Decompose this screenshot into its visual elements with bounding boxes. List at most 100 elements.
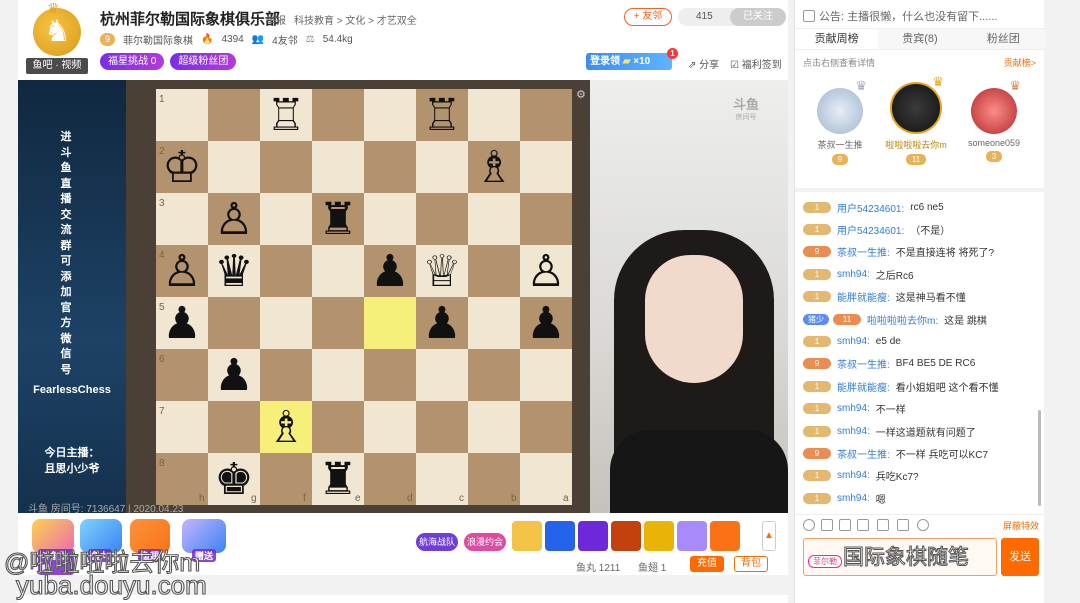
board-square[interactable] (364, 349, 416, 401)
login-reward-button[interactable]: 登录领 ▰ ×10 1 (586, 48, 678, 70)
board-square[interactable] (416, 401, 468, 453)
avatar-tag[interactable]: 鱼吧 · 视频 (26, 58, 88, 74)
gift-item[interactable] (611, 521, 641, 551)
contribution-list-link[interactable]: 贡献榜> (1004, 56, 1036, 69)
lucky-challenge-pill[interactable]: 福星挑战 0 (100, 53, 165, 70)
chess-piece[interactable]: ♗ (266, 402, 305, 453)
board-square[interactable] (468, 349, 520, 401)
chat-scrollbar[interactable] (1038, 410, 1041, 506)
crown-icon[interactable] (857, 519, 869, 531)
send-button[interactable]: 发送 (1001, 538, 1039, 576)
chess-piece[interactable]: ♙ (526, 246, 565, 297)
board-square[interactable] (468, 401, 520, 453)
chess-piece[interactable]: ♟ (422, 298, 461, 349)
board-square[interactable] (468, 193, 520, 245)
gift-item[interactable] (677, 521, 707, 551)
chat-username[interactable]: 茶叔一生推: (837, 446, 890, 461)
category-breadcrumb[interactable]: 科技教育 > 文化 > 才艺双全 (294, 12, 417, 27)
gift-item[interactable] (578, 521, 608, 551)
chat-username[interactable]: smh94: (837, 403, 870, 414)
image-icon[interactable] (897, 519, 909, 531)
chess-piece[interactable]: ♕ (422, 246, 461, 297)
chess-piece[interactable]: ♟ (370, 246, 409, 297)
board-square[interactable] (416, 349, 468, 401)
board-square[interactable] (208, 401, 260, 453)
board-square[interactable] (312, 89, 364, 141)
board-square[interactable] (208, 89, 260, 141)
board-square[interactable] (260, 245, 312, 297)
share-button[interactable]: ⇗ 分享 (688, 56, 719, 71)
followed-button[interactable]: 已关注 (730, 8, 786, 26)
tab-weekly-contribution[interactable]: 贡献周榜 (795, 29, 879, 49)
speaker-icon[interactable] (839, 519, 851, 531)
settings-icon[interactable]: ⚙ (576, 88, 586, 101)
chess-piece[interactable]: ♖ (266, 90, 305, 141)
board-square[interactable] (312, 401, 364, 453)
chat-username[interactable]: smh94: (837, 493, 870, 504)
chess-piece[interactable]: ♛ (214, 246, 253, 297)
chess-piece[interactable]: ♟ (214, 350, 253, 401)
top-user-1[interactable]: ♛ 啦啦啦啦去你m 11 (877, 74, 955, 165)
board-square[interactable] (468, 297, 520, 349)
board-square[interactable] (208, 297, 260, 349)
chess-piece[interactable]: ♜ (318, 454, 357, 505)
chat-username[interactable]: 用户54234601: (837, 222, 904, 237)
chat-username[interactable]: 用户54234601: (837, 200, 904, 215)
chess-piece[interactable]: ♖ (422, 90, 461, 141)
tab-fan-group[interactable]: 粉丝团 (961, 29, 1045, 49)
board-square[interactable] (260, 349, 312, 401)
top-user-3[interactable]: ♛ someone059 3 (955, 78, 1033, 162)
board-square[interactable] (312, 141, 364, 193)
board-square[interactable] (312, 245, 364, 297)
chess-piece[interactable]: ♗ (474, 142, 513, 193)
board-square[interactable] (364, 141, 416, 193)
board-square[interactable] (312, 349, 364, 401)
gift-item[interactable] (710, 521, 740, 551)
board-square[interactable] (364, 297, 416, 349)
link-icon[interactable] (917, 519, 929, 531)
board-square[interactable] (520, 141, 572, 193)
board-square[interactable] (520, 349, 572, 401)
chess-piece[interactable]: ♔ (162, 142, 201, 193)
top-user-2[interactable]: ♛ 茶叔一生推 9 (801, 78, 879, 165)
chat-username[interactable]: smh94: (837, 426, 870, 437)
club-name[interactable]: 菲尔勒国际象棋 (123, 32, 193, 47)
grid-icon[interactable] (877, 519, 889, 531)
board-square[interactable] (208, 141, 260, 193)
chess-piece[interactable]: ♜ (318, 194, 357, 245)
report-link[interactable]: 举报 (266, 12, 286, 27)
chat-username[interactable]: smh94: (837, 269, 870, 280)
board-square[interactable] (416, 141, 468, 193)
board-square[interactable] (468, 245, 520, 297)
chat-username[interactable]: smh94: (837, 470, 870, 481)
board-square[interactable] (260, 297, 312, 349)
gift-item[interactable] (512, 521, 542, 551)
super-fan-group-pill[interactable]: 超级粉丝团 (170, 53, 237, 70)
chess-piece[interactable]: ♟ (162, 298, 201, 349)
video-player[interactable]: 进斗鱼直播交流群可添加官方微信号 FearlessChess 今日主播： 且思小… (18, 80, 788, 513)
board-square[interactable] (260, 193, 312, 245)
board-square[interactable] (312, 297, 364, 349)
welfare-signin-button[interactable]: ☑ 福利签到 (730, 56, 782, 71)
emoji-icon[interactable] (803, 519, 815, 531)
board-square[interactable] (416, 193, 468, 245)
chess-piece[interactable]: ♙ (214, 194, 253, 245)
gift-item[interactable] (644, 521, 674, 551)
recharge-button[interactable]: 充值 (690, 556, 724, 572)
board-square[interactable] (520, 193, 572, 245)
gift-item[interactable] (545, 521, 575, 551)
message-icon[interactable] (821, 519, 833, 531)
navy-team-pill[interactable]: 航海战队 (416, 533, 458, 551)
chat-username[interactable]: smh94: (837, 336, 870, 347)
block-effects-toggle[interactable]: 屏蔽特效 (1003, 519, 1039, 532)
chess-piece[interactable]: ♚ (214, 454, 253, 505)
board-square[interactable] (520, 401, 572, 453)
chess-piece[interactable]: ♟ (526, 298, 565, 349)
chat-username[interactable]: 茶叔一生推: (837, 244, 890, 259)
chat-username[interactable]: 啦啦啦啦去你m: (867, 312, 938, 327)
board-square[interactable] (520, 89, 572, 141)
anchor-avatar[interactable]: ♛ ♞ 鱼吧 · 视频 (26, 0, 88, 74)
chat-username[interactable]: 茶叔一生推: (837, 356, 890, 371)
board-square[interactable] (260, 141, 312, 193)
chess-piece[interactable]: ♙ (162, 246, 201, 297)
